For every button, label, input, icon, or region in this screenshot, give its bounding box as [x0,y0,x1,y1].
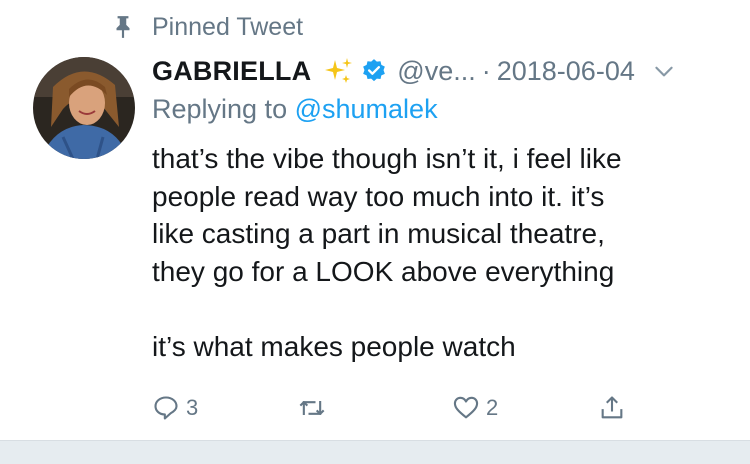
tweet-text: that’s the vibe though isn’t it, i feel … [152,140,732,366]
replying-to: Replying to @shumalek [152,94,438,125]
reply-button[interactable]: 3 [152,388,198,428]
tweet-header: GABRIELLA @ve... · 2018-06-04 [152,52,730,90]
tweet-date[interactable]: 2018-06-04 [497,56,635,87]
tweet-actions: 3 2 [152,388,652,428]
tweet-text-line: people read way too much into it. it’s [152,180,605,212]
pinned-indicator: Pinned Tweet [110,12,303,42]
tweet-text-line [152,290,732,328]
tweet-text-line: it’s what makes people watch [152,330,516,362]
verified-icon [363,59,386,82]
display-name[interactable]: GABRIELLA [152,56,311,87]
sparkles-icon [325,58,353,83]
pin-icon [116,16,130,38]
heart-icon [453,396,479,419]
reply-count: 3 [186,395,199,420]
reply-mention-link[interactable]: @shumalek [295,94,438,124]
avatar-image [33,57,135,159]
retweet-button[interactable] [298,388,332,428]
tweet-text-line: that’s the vibe though isn’t it, i feel … [152,143,622,174]
user-handle[interactable]: @ve... [397,56,475,87]
share-icon [601,396,623,419]
chevron-down-icon[interactable] [651,58,677,84]
tweet-text-line: like casting a part in musical theatre, [152,218,605,250]
reply-icon [154,396,178,420]
avatar[interactable] [33,57,135,159]
tweet-card[interactable]: Pinned Tweet GABRIELLA @ve... · 2018-06-… [0,0,750,440]
timeline-separator [0,440,750,464]
share-button[interactable] [598,388,626,428]
pinned-label: Pinned Tweet [152,12,304,41]
retweet-icon [299,401,325,415]
replying-to-label: Replying to [152,94,288,124]
tweet-text-line: they go for a LOOK above everything [152,255,615,287]
like-button[interactable]: 2 [452,388,498,428]
meta-separator: · [481,55,491,86]
like-count: 2 [486,395,499,420]
